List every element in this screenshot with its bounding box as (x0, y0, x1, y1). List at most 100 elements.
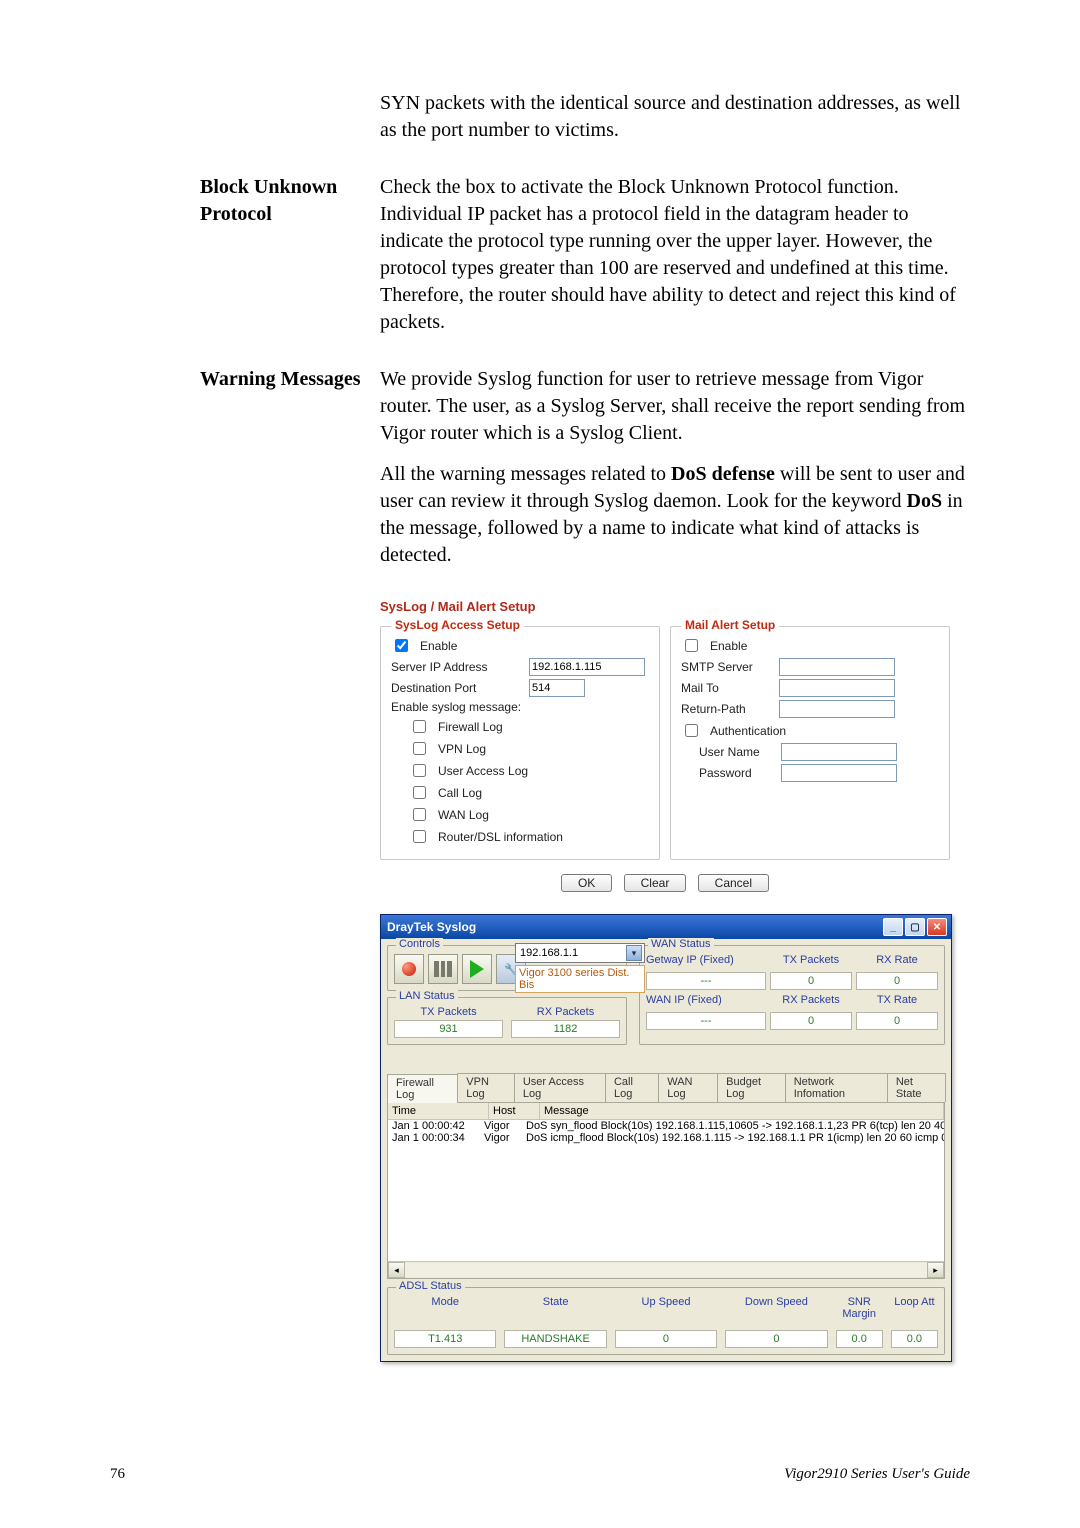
adsl-loop-value: 0.0 (891, 1330, 938, 1348)
firewall-log-checkbox[interactable] (413, 720, 426, 733)
col-host[interactable]: Host (489, 1103, 540, 1119)
play-icon (470, 960, 484, 978)
adsl-down-label: Down Speed (725, 1296, 827, 1320)
return-path-label: Return-Path (681, 702, 771, 716)
password-input[interactable] (781, 764, 897, 782)
router-dsl-checkbox[interactable] (413, 830, 426, 843)
ok-button[interactable]: OK (561, 874, 612, 892)
call-log-checkbox[interactable] (413, 786, 426, 799)
gw-value: --- (646, 972, 766, 990)
adsl-snr-value: 0.0 (836, 1330, 883, 1348)
password-label: Password (699, 766, 773, 780)
scroll-track[interactable] (405, 1263, 927, 1277)
wan-txrate-value: 0 (856, 1012, 938, 1030)
host-combo-value: 192.168.1.1 (520, 947, 578, 959)
lan-tx-label: TX Packets (394, 1006, 503, 1018)
log-row[interactable]: Jan 1 00:00:42 Vigor DoS syn_flood Block… (388, 1120, 944, 1132)
warning-p2a: All the warning messages related to (380, 463, 671, 485)
col-message[interactable]: Message (540, 1103, 944, 1119)
row-msg: DoS syn_flood Block(10s) 192.168.1.115,1… (526, 1120, 944, 1132)
lan-tx-value: 931 (394, 1020, 503, 1038)
warning-p2-bold2: DoS (907, 490, 943, 512)
term-block-unknown: Block Unknown Protocol (200, 174, 380, 350)
cancel-button[interactable]: Cancel (698, 874, 769, 892)
user-access-log-checkbox[interactable] (413, 764, 426, 777)
dest-port-input[interactable] (529, 679, 585, 697)
log-row[interactable]: Jan 1 00:00:34 Vigor DoS icmp_flood Bloc… (388, 1132, 944, 1144)
intro-continuation: SYN packets with the identical source an… (380, 90, 970, 144)
wan-rxrate-value: 0 (856, 972, 938, 990)
mailto-label: Mail To (681, 681, 771, 695)
call-log-label: Call Log (438, 786, 482, 800)
adsl-status-legend: ADSL Status (396, 1280, 465, 1292)
scroll-left-button[interactable]: ◂ (388, 1262, 405, 1278)
minimize-button[interactable]: _ (883, 918, 903, 936)
host-combo[interactable]: 192.168.1.1 ▾ (515, 943, 645, 963)
lan-rx-value: 1182 (511, 1020, 620, 1038)
auth-label: Authentication (710, 724, 786, 738)
horizontal-scrollbar[interactable]: ◂ ▸ (388, 1261, 944, 1278)
mailto-input[interactable] (779, 679, 895, 697)
wan-txrate-label: TX Rate (856, 994, 938, 1006)
auth-checkbox[interactable] (685, 724, 698, 737)
warning-p1: We provide Syslog function for user to r… (380, 366, 970, 447)
col-time[interactable]: Time (388, 1103, 489, 1119)
maximize-button[interactable]: ▢ (905, 918, 925, 936)
warning-p2: All the warning messages related to DoS … (380, 461, 970, 569)
play-button[interactable] (462, 954, 492, 984)
dest-port-label: Destination Port (391, 681, 521, 695)
adsl-snr-label: SNR Margin (836, 1296, 883, 1320)
adsl-mode-label: Mode (394, 1296, 496, 1320)
tab-firewall-log[interactable]: Firewall Log (387, 1074, 458, 1103)
wanip-value: --- (646, 1012, 766, 1030)
router-dsl-label: Router/DSL information (438, 830, 563, 844)
tab-user-access-log[interactable]: User Access Log (514, 1073, 606, 1102)
syslog-mail-alert-screenshot: SysLog / Mail Alert Setup SysLog Access … (380, 599, 950, 892)
tab-network-info[interactable]: Network Infomation (785, 1073, 888, 1102)
firewall-log-label: Firewall Log (438, 720, 503, 734)
lan-rx-label: RX Packets (511, 1006, 620, 1018)
row-time: Jan 1 00:00:42 (388, 1120, 484, 1132)
adsl-state-value: HANDSHAKE (504, 1330, 606, 1348)
vpn-log-label: VPN Log (438, 742, 486, 756)
vpn-log-checkbox[interactable] (413, 742, 426, 755)
syslog-enable-checkbox[interactable] (395, 639, 408, 652)
syslog-access-setup-legend: SysLog Access Setup (391, 618, 524, 632)
row-host: Vigor (484, 1120, 526, 1132)
smtp-input[interactable] (779, 658, 895, 676)
tab-net-state[interactable]: Net State (887, 1073, 946, 1102)
tab-vpn-log[interactable]: VPN Log (457, 1073, 515, 1102)
adsl-state-label: State (504, 1296, 606, 1320)
wan-tx-value: 0 (770, 972, 852, 990)
mail-alert-setup-legend: Mail Alert Setup (681, 618, 779, 632)
record-button[interactable] (394, 954, 424, 984)
wrench-icon: 🔧 (504, 963, 518, 976)
enable-syslog-msg-label: Enable syslog message: (391, 700, 521, 714)
lan-status-legend: LAN Status (396, 990, 458, 1002)
tab-wan-log[interactable]: WAN Log (658, 1073, 718, 1102)
adsl-down-value: 0 (725, 1330, 827, 1348)
block-unknown-body: Check the box to activate the Block Unkn… (380, 174, 970, 336)
smtp-label: SMTP Server (681, 660, 771, 674)
close-button[interactable]: ✕ (927, 918, 947, 936)
syslog-enable-label: Enable (420, 639, 457, 653)
return-path-input[interactable] (779, 700, 895, 718)
mail-enable-checkbox[interactable] (685, 639, 698, 652)
wan-rxrate-label: RX Rate (856, 954, 938, 966)
scroll-right-button[interactable]: ▸ (927, 1262, 944, 1278)
username-input[interactable] (781, 743, 897, 761)
clear-button[interactable]: Clear (624, 874, 687, 892)
wan-tx-label: TX Packets (770, 954, 852, 966)
adsl-mode-value: T1.413 (394, 1330, 496, 1348)
log-tabs: Firewall Log VPN Log User Access Log Cal… (387, 1073, 945, 1102)
tab-budget-log[interactable]: Budget Log (717, 1073, 786, 1102)
app-title: DrayTek Syslog (387, 920, 476, 934)
server-ip-input[interactable] (529, 658, 645, 676)
user-access-log-label: User Access Log (438, 764, 528, 778)
pause-button[interactable] (428, 954, 458, 984)
adsl-up-value: 0 (615, 1330, 717, 1348)
tab-call-log[interactable]: Call Log (605, 1073, 659, 1102)
mail-enable-label: Enable (710, 639, 747, 653)
wan-log-checkbox[interactable] (413, 808, 426, 821)
wan-status-legend: WAN Status (648, 938, 714, 950)
